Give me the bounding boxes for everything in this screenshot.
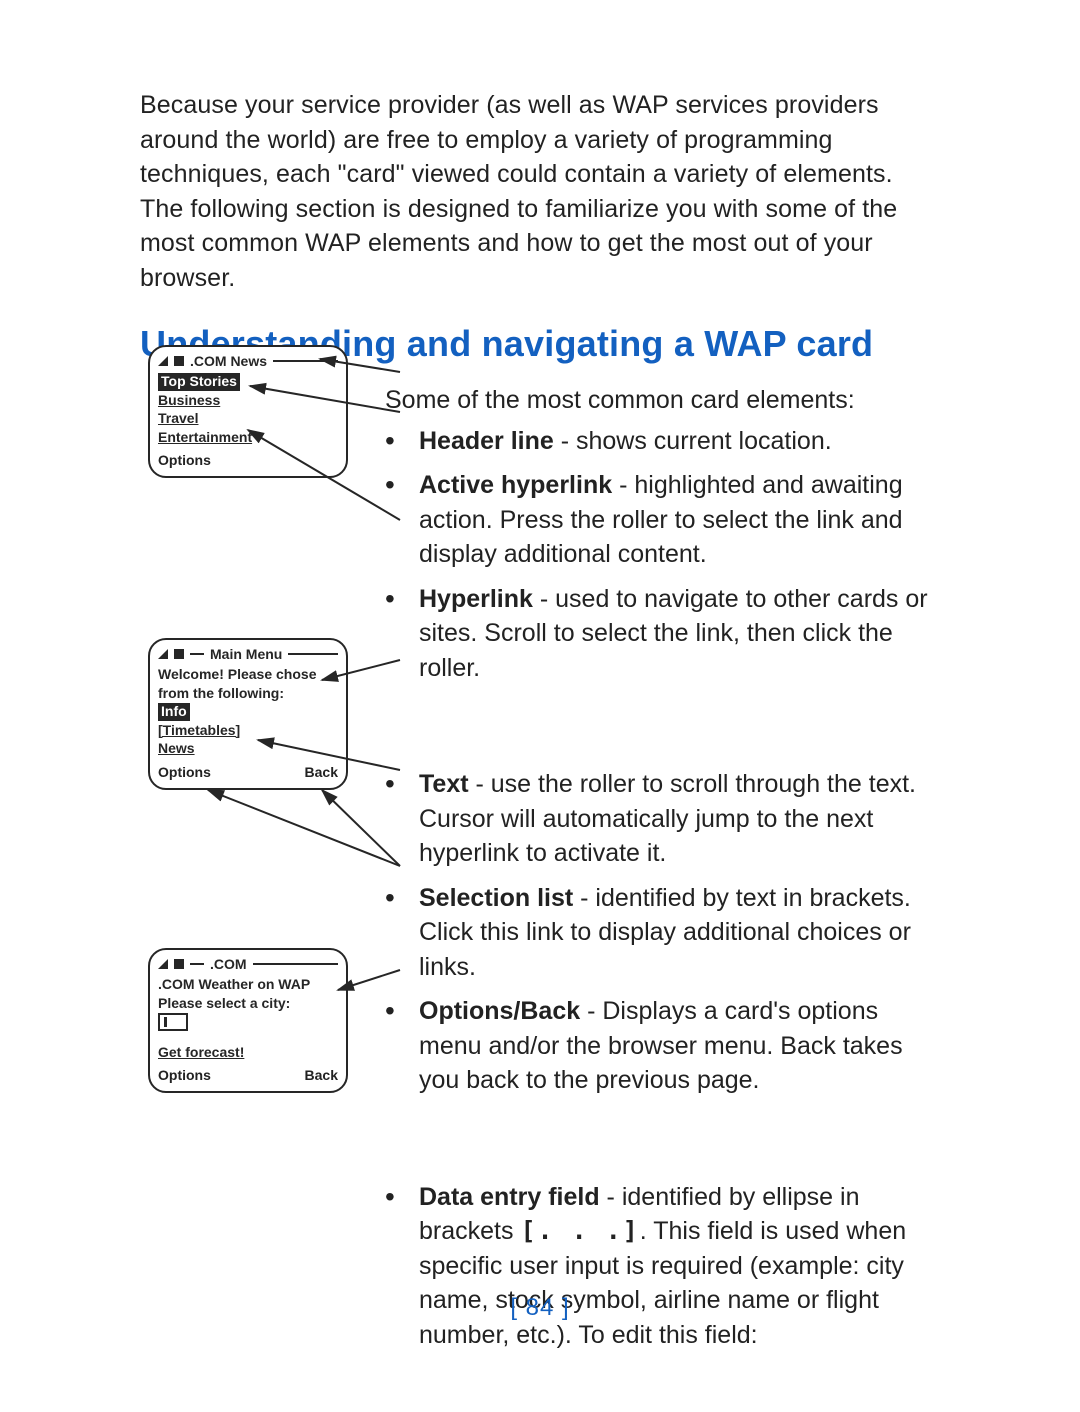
- page-number: [ 84 ]: [0, 1294, 1080, 1322]
- screen-title: .COM News: [190, 353, 267, 369]
- wap-screen-news: .COM News Top Stories Business Travel En…: [148, 345, 348, 478]
- bullet-group-1: Header line - shows current location. Ac…: [385, 424, 940, 686]
- link: Travel: [158, 410, 338, 428]
- screen-titlebar: .COM: [158, 956, 338, 972]
- screen-titlebar: .COM News: [158, 353, 338, 369]
- battery-icon: [174, 959, 184, 969]
- rest: - shows current location.: [554, 427, 832, 455]
- selection-list-link: [Timetables]: [158, 722, 338, 740]
- signal-icon: [158, 959, 168, 969]
- bullet-group-3: Data entry field - identified by ellipse…: [385, 1180, 940, 1353]
- bullet-header-line: Header line - shows current location.: [385, 424, 940, 459]
- ellipsis-code: [. . .]: [520, 1216, 639, 1245]
- link: Business: [158, 392, 338, 410]
- term: Text: [419, 770, 469, 798]
- bullet-selection-list: Selection list - identified by text in b…: [385, 881, 940, 985]
- bullet-active-hyperlink: Active hyperlink - highlighted and await…: [385, 468, 940, 572]
- battery-icon: [174, 649, 184, 659]
- term: Selection list: [419, 884, 573, 912]
- active-link: Top Stories: [158, 373, 240, 391]
- bullet-hyperlink: Hyperlink - used to navigate to other ca…: [385, 582, 940, 686]
- wap-screen-mainmenu: Main Menu Welcome! Please chose from the…: [148, 638, 348, 790]
- battery-icon: [174, 356, 184, 366]
- lead-text: Some of the most common card elements:: [385, 383, 940, 418]
- softkey-options: Options: [158, 764, 211, 780]
- active-link: Info: [158, 703, 190, 721]
- term: Options/Back: [419, 997, 580, 1025]
- screen-text: Welcome! Please chose: [158, 666, 338, 684]
- link: News: [158, 740, 338, 758]
- screen-titlebar: Main Menu: [158, 646, 338, 662]
- term: Active hyperlink: [419, 471, 612, 499]
- rest: - use the roller to scroll through the t…: [419, 770, 916, 867]
- link: Get forecast!: [158, 1044, 338, 1062]
- link: Entertainment: [158, 429, 338, 447]
- screen-text: from the following:: [158, 685, 338, 703]
- bullet-options-back: Options/Back - Displays a card's options…: [385, 994, 940, 1098]
- softkey-options: Options: [158, 1067, 211, 1083]
- term: Hyperlink: [419, 585, 533, 613]
- softkey-back: Back: [305, 764, 338, 780]
- screen-text: Please select a city:: [158, 995, 338, 1013]
- term: Header line: [419, 427, 554, 455]
- bullet-text: Text - use the roller to scroll through …: [385, 767, 940, 871]
- signal-icon: [158, 649, 168, 659]
- data-entry-field: [158, 1013, 188, 1031]
- softkey-back: Back: [305, 1067, 338, 1083]
- intro-paragraph: Because your service provider (as well a…: [140, 88, 940, 295]
- signal-icon: [158, 356, 168, 366]
- screen-title: Main Menu: [210, 646, 282, 662]
- bullet-group-2: Text - use the roller to scroll through …: [385, 767, 940, 1098]
- wap-screen-weather: .COM .COM Weather on WAP Please select a…: [148, 948, 348, 1093]
- bullet-data-entry: Data entry field - identified by ellipse…: [385, 1180, 940, 1353]
- term: Data entry field: [419, 1183, 600, 1211]
- softkey-options: Options: [158, 452, 211, 468]
- screen-title: .COM: [210, 956, 247, 972]
- screen-text: .COM Weather on WAP: [158, 976, 338, 994]
